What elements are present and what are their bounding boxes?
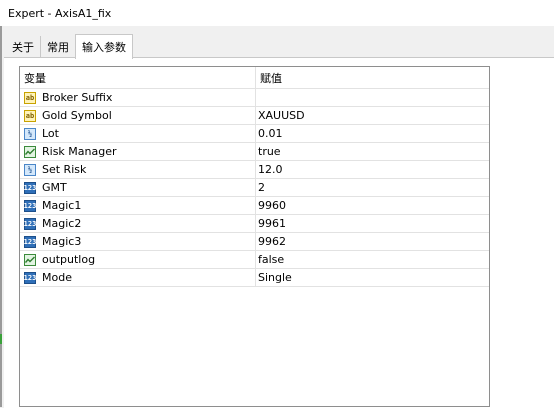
int-icon: 123 xyxy=(23,199,37,212)
table-body: ab Broker Suffix ab Gold Symbol XAUUSD ½ Lot 0.… xyxy=(20,89,489,287)
bool-icon xyxy=(24,253,36,266)
parameter-name: Magic1 xyxy=(42,199,82,212)
parameter-name-cell: 123 Magic3 xyxy=(20,233,256,250)
window-left-edge xyxy=(0,0,2,407)
tab-about[interactable]: 关于 xyxy=(6,36,41,58)
parameter-value[interactable]: 2 xyxy=(256,179,489,196)
parameter-name: Magic3 xyxy=(42,235,82,248)
parameter-value[interactable]: 9962 xyxy=(256,233,489,250)
int-icon: 123 xyxy=(23,271,37,284)
parameter-name: Broker Suffix xyxy=(42,91,113,104)
table-row[interactable]: outputlog false xyxy=(20,251,489,269)
table-row[interactable]: 123 Magic3 9962 xyxy=(20,233,489,251)
double-icon: ½ xyxy=(24,163,36,176)
int-icon: 123 xyxy=(23,217,37,230)
title-bar: Expert - AxisA1_fix xyxy=(0,0,554,26)
parameter-value[interactable]: Single xyxy=(256,269,489,286)
parameter-name-cell: ½ Set Risk xyxy=(20,161,256,178)
parameter-value[interactable]: 9961 xyxy=(256,215,489,232)
table-row[interactable]: 123 GMT 2 xyxy=(20,179,489,197)
int-icon: 123 xyxy=(23,235,37,248)
tab-common[interactable]: 常用 xyxy=(41,36,75,58)
table-row[interactable]: ab Broker Suffix xyxy=(20,89,489,107)
tab-bar: 关于 常用 输入参数 xyxy=(6,34,133,59)
parameter-name-cell: Risk Manager xyxy=(20,143,256,160)
table-row[interactable]: 123 Magic2 9961 xyxy=(20,215,489,233)
parameter-name: Lot xyxy=(42,127,59,140)
window-title: Expert - AxisA1_fix xyxy=(8,6,112,20)
parameter-name: Mode xyxy=(42,271,72,284)
inputs-table: 变量 赋值 ab Broker Suffix ab Gold Symbol XAUUSD… xyxy=(19,66,490,407)
parameter-value[interactable]: 9960 xyxy=(256,197,489,214)
table-row[interactable]: ½ Lot 0.01 xyxy=(20,125,489,143)
table-row[interactable]: Risk Manager true xyxy=(20,143,489,161)
parameter-name-cell: ab Broker Suffix xyxy=(20,89,256,106)
string-icon: ab xyxy=(24,109,36,122)
parameter-name-cell: 123 Magic2 xyxy=(20,215,256,232)
table-row[interactable]: 123 Mode Single xyxy=(20,269,489,287)
parameter-name-cell: outputlog xyxy=(20,251,256,268)
table-header: 变量 赋值 xyxy=(20,67,489,89)
column-header-value[interactable]: 赋值 xyxy=(256,67,489,88)
string-icon: ab xyxy=(24,91,36,104)
parameter-value[interactable] xyxy=(256,89,489,106)
table-row[interactable]: ½ Set Risk 12.0 xyxy=(20,161,489,179)
bool-icon xyxy=(24,145,36,158)
parameter-name: outputlog xyxy=(42,253,96,266)
parameter-name-cell: 123 Magic1 xyxy=(20,197,256,214)
parameter-name: Magic2 xyxy=(42,217,82,230)
parameter-name-cell: ½ Lot xyxy=(20,125,256,142)
parameter-name-cell: 123 GMT xyxy=(20,179,256,196)
parameter-name-cell: 123 Mode xyxy=(20,269,256,286)
parameter-name: Risk Manager xyxy=(42,145,117,158)
double-icon: ½ xyxy=(24,127,36,140)
parameter-value[interactable]: true xyxy=(256,143,489,160)
parameter-name: GMT xyxy=(42,181,67,194)
parameter-value[interactable]: 0.01 xyxy=(256,125,489,142)
parameter-name: Set Risk xyxy=(42,163,87,176)
parameter-value[interactable]: false xyxy=(256,251,489,268)
parameter-name-cell: ab Gold Symbol xyxy=(20,107,256,124)
left-edge-indicator xyxy=(0,334,2,344)
int-icon: 123 xyxy=(23,181,37,194)
table-row[interactable]: 123 Magic1 9960 xyxy=(20,197,489,215)
tab-inputs[interactable]: 输入参数 xyxy=(75,34,133,59)
column-header-variable[interactable]: 变量 xyxy=(20,67,256,88)
table-row[interactable]: ab Gold Symbol XAUUSD xyxy=(20,107,489,125)
parameter-value[interactable]: XAUUSD xyxy=(256,107,489,124)
parameter-name: Gold Symbol xyxy=(42,109,112,122)
parameter-value[interactable]: 12.0 xyxy=(256,161,489,178)
